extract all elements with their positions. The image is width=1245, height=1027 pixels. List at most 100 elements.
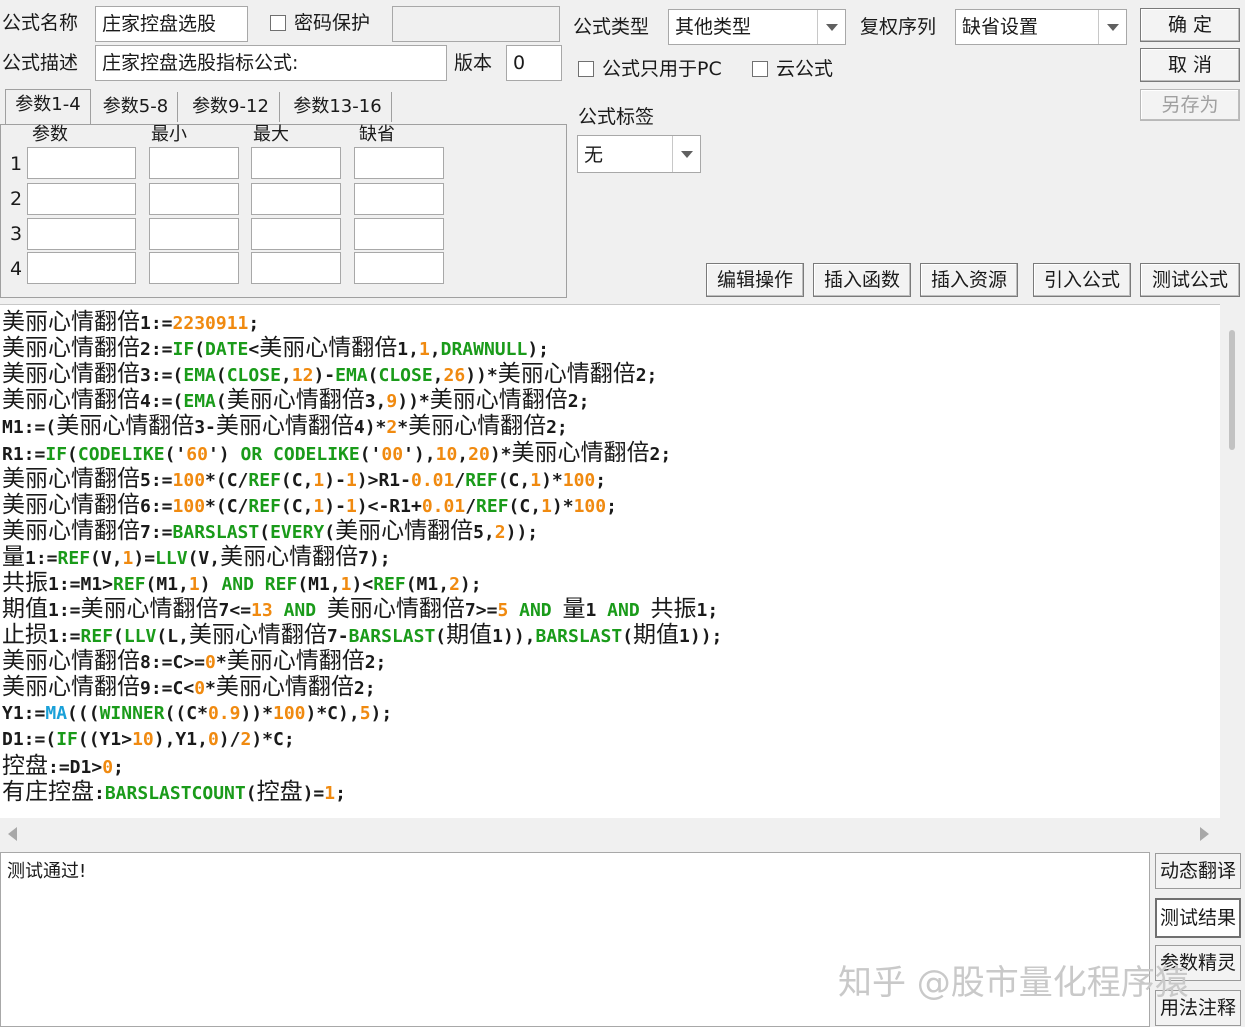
code-token: ; — [335, 782, 346, 804]
param-3-min[interactable] — [149, 218, 239, 250]
param-4-name[interactable] — [27, 252, 136, 284]
code-token: CODELIKE — [273, 443, 360, 465]
code-line: 美丽心情翻倍5:=100*(C/REF(C,1)-1)>R1-0.01/REF(… — [2, 466, 606, 492]
fuquan-value: 缺省设置 — [962, 16, 1039, 38]
chevron-down-icon[interactable] — [672, 136, 700, 172]
code-token: ) — [199, 574, 222, 595]
code-token: REF — [465, 469, 498, 491]
formula-tag-label: 公式标签 — [578, 106, 655, 128]
code-token: 5 — [497, 600, 509, 622]
code-token: )*C), — [305, 702, 360, 724]
fuquan-select[interactable]: 缺省设置 — [955, 9, 1127, 45]
param-1-max[interactable] — [251, 147, 341, 179]
scroll-right-icon[interactable] — [1200, 827, 1209, 841]
formula-name-input[interactable]: 庄家控盘选股 — [95, 6, 248, 42]
param-2-max[interactable] — [251, 183, 341, 215]
tab-params-1-4[interactable]: 参数1-4 — [5, 89, 91, 125]
code-token: 7>= — [464, 600, 498, 622]
param-1-name[interactable] — [27, 147, 136, 179]
param-4-min[interactable] — [149, 252, 239, 284]
version-input[interactable]: 0 — [506, 45, 562, 81]
param-3-max[interactable] — [251, 218, 341, 250]
param-3-name[interactable] — [27, 218, 136, 250]
code-token: EMA — [183, 391, 216, 413]
code-token: , — [429, 339, 441, 361]
pc-only-label: 公式只用于PC — [602, 58, 722, 80]
test-formula-button[interactable]: 测试公式 — [1140, 263, 1240, 297]
dynamic-translate-button[interactable]: 动态翻译 — [1155, 853, 1241, 889]
param-4-max[interactable] — [251, 252, 341, 284]
cancel-button[interactable]: 取 消 — [1140, 48, 1240, 82]
save-as-button[interactable]: 另存为 — [1140, 89, 1240, 121]
code-editor[interactable]: 美丽心情翻倍1:=2230911; 美丽心情翻倍2:=IF(DATE<美丽心情翻倍… — [0, 304, 1220, 818]
pc-only-checkbox-box[interactable] — [578, 61, 594, 77]
code-token: 2; — [635, 365, 658, 387]
param-1-default[interactable] — [354, 147, 444, 179]
pc-only-checkbox[interactable]: 公式只用于PC — [578, 56, 722, 82]
import-formula-button[interactable]: 引入公式 — [1033, 263, 1131, 297]
chevron-down-icon[interactable] — [817, 10, 845, 44]
code-token: 3- — [194, 417, 216, 439]
tab-params-13-16[interactable]: 参数13-16 — [284, 92, 392, 122]
code-token: (C, — [508, 495, 542, 517]
param-1-min[interactable] — [149, 147, 239, 179]
vertical-scroll-thumb[interactable] — [1229, 330, 1235, 450]
cloud-formula-checkbox[interactable]: 云公式 — [752, 56, 833, 82]
formula-desc-input[interactable]: 庄家控盘选股指标公式: — [95, 45, 447, 81]
code-token: ') — [207, 443, 241, 465]
code-token: 美丽心情翻倍 — [226, 387, 365, 414]
code-token: )/ — [218, 728, 241, 750]
formula-type-select[interactable]: 其他类型 — [668, 9, 846, 45]
code-token: ( — [215, 391, 227, 413]
insert-function-button[interactable]: 插入函数 — [813, 263, 911, 297]
code-token: (M1, — [145, 574, 189, 595]
password-input[interactable] — [392, 6, 560, 42]
code-token: (C, — [280, 495, 314, 517]
horizontal-scrollbar[interactable] — [0, 818, 1220, 850]
cloud-checkbox-box[interactable] — [752, 61, 768, 77]
param-2-min[interactable] — [149, 183, 239, 215]
password-protect-checkbox[interactable]: 密码保护 — [270, 10, 370, 36]
test-result-button[interactable]: 测试结果 — [1155, 898, 1241, 938]
ok-button[interactable]: 确 定 — [1140, 8, 1240, 42]
code-token: ))* — [397, 391, 430, 413]
formula-type-value: 其他类型 — [675, 16, 752, 38]
watermark-text: 知乎 @股市量化程序猿 — [838, 963, 1189, 1003]
code-token: 1:= — [48, 600, 81, 622]
param-2-name[interactable] — [27, 183, 136, 215]
code-token: ( — [435, 626, 447, 648]
formula-tag-select[interactable]: 无 — [577, 135, 701, 173]
insert-resource-button[interactable]: 插入资源 — [920, 263, 1018, 297]
code-token: 美丽心情翻倍 — [2, 674, 140, 701]
tab-params-9-12[interactable]: 参数9-12 — [182, 92, 280, 122]
code-token: (' — [359, 443, 382, 465]
tab-params-5-8[interactable]: 参数5-8 — [94, 92, 178, 122]
code-line: 美丽心情翻倍3:=(EMA(CLOSE,12)-EMA(CLOSE,26))*美… — [2, 361, 657, 387]
password-checkbox-box[interactable] — [270, 15, 286, 31]
code-token: (V, — [187, 547, 221, 569]
param-4-default[interactable] — [354, 252, 444, 284]
code-token: 美丽心情翻倍 — [2, 465, 140, 492]
code-token: IF — [56, 728, 78, 750]
code-line: R1:=IF(CODELIKE('60') OR CODELIKE('00'),… — [2, 440, 671, 466]
code-token: ( — [194, 339, 206, 361]
code-token: 1 — [313, 495, 325, 517]
chevron-down-icon[interactable] — [1098, 10, 1126, 44]
code-token: 量 — [2, 543, 25, 570]
code-token: ( — [324, 521, 336, 543]
param-row-label: 4 — [10, 258, 23, 280]
code-line: 止损1:=REF(LLV(L,美丽心情翻倍7-BARSLAST(期值1)),BA… — [2, 622, 722, 648]
code-token: ; — [113, 756, 124, 778]
scroll-left-icon[interactable] — [8, 827, 17, 841]
code-token: 美丽心情翻倍 — [2, 517, 140, 544]
param-2-default[interactable] — [354, 183, 444, 215]
code-token: REF — [264, 574, 298, 595]
message-text: 测试通过! — [7, 861, 87, 882]
code-token: (M1, — [297, 574, 341, 595]
edit-ops-button[interactable]: 编辑操作 — [706, 263, 804, 297]
code-token: , — [280, 365, 292, 387]
param-3-default[interactable] — [354, 218, 444, 250]
